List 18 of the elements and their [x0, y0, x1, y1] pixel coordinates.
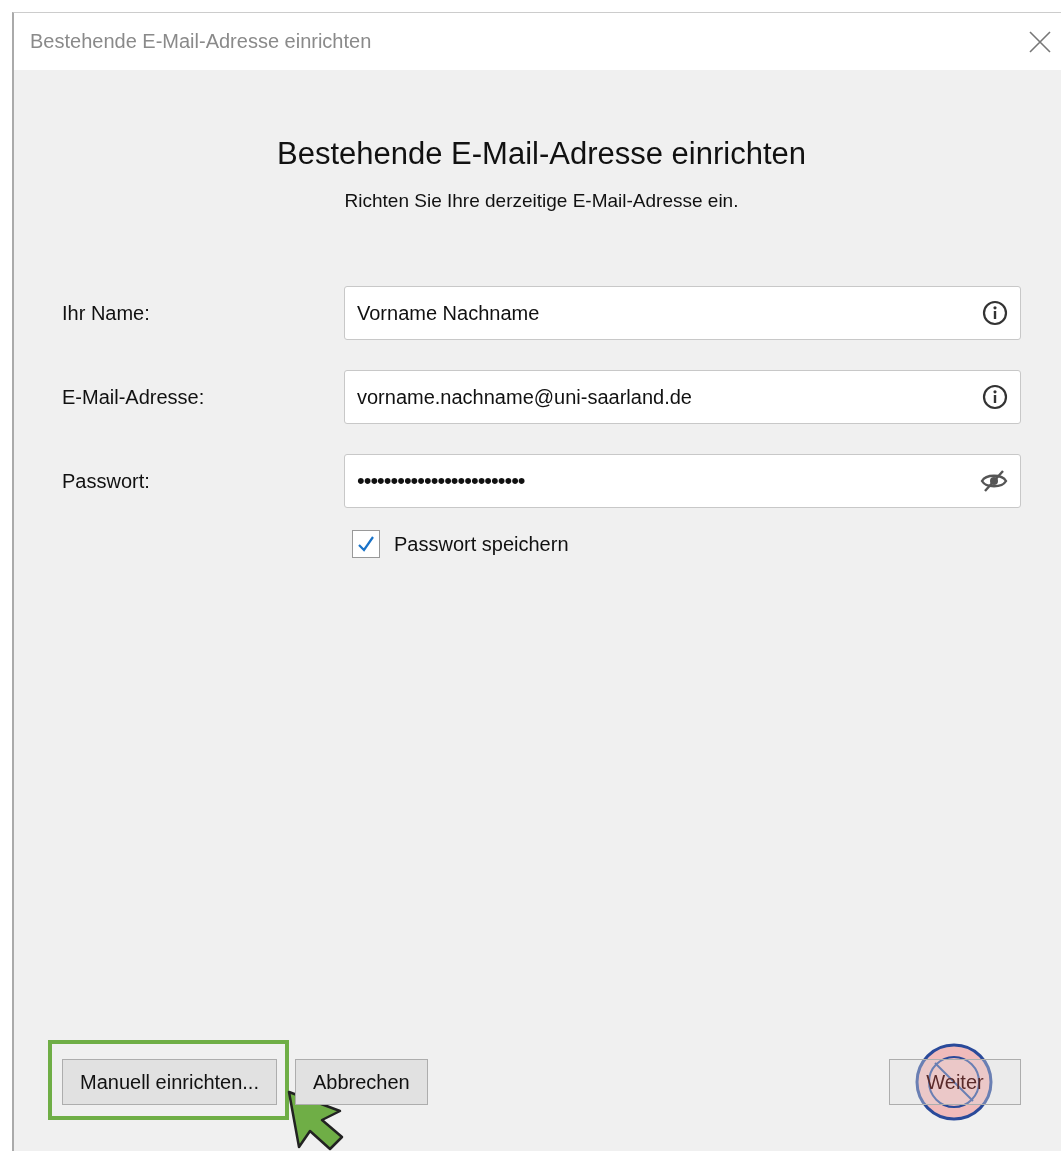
- checkbox[interactable]: [352, 530, 380, 558]
- checkbox-label[interactable]: Passwort speichern: [394, 532, 569, 556]
- checkmark-icon: [357, 535, 375, 553]
- input-field[interactable]: Vorname Nachname: [344, 286, 1021, 340]
- field-label: E-Mail-Adresse:: [62, 385, 206, 409]
- close-icon[interactable]: [1029, 30, 1051, 53]
- input-field[interactable]: vorname.nachname@uni-saarland.de: [344, 370, 1021, 424]
- field-label: Ihr Name:: [62, 301, 151, 325]
- window-title: Bestehende E-Mail-Adresse einrichten: [30, 30, 372, 53]
- info-icon[interactable]: [982, 300, 1008, 326]
- dialog-heading: Bestehende E-Mail-Adresse einrichten: [276, 136, 807, 172]
- hidden-eye-icon[interactable]: [980, 469, 1008, 493]
- dialog-subtitle: Richten Sie Ihre derzeitige E-Mail-Adresse ein.: [343, 190, 740, 212]
- dialog-button[interactable]: Abbrechen: [295, 1059, 428, 1105]
- field-label: Passwort:: [62, 469, 151, 493]
- dialog-button[interactable]: Manuell einrichten...: [62, 1059, 277, 1105]
- input-field[interactable]: •••••••••••••••••••••••••: [344, 454, 1021, 508]
- info-icon[interactable]: [982, 384, 1008, 410]
